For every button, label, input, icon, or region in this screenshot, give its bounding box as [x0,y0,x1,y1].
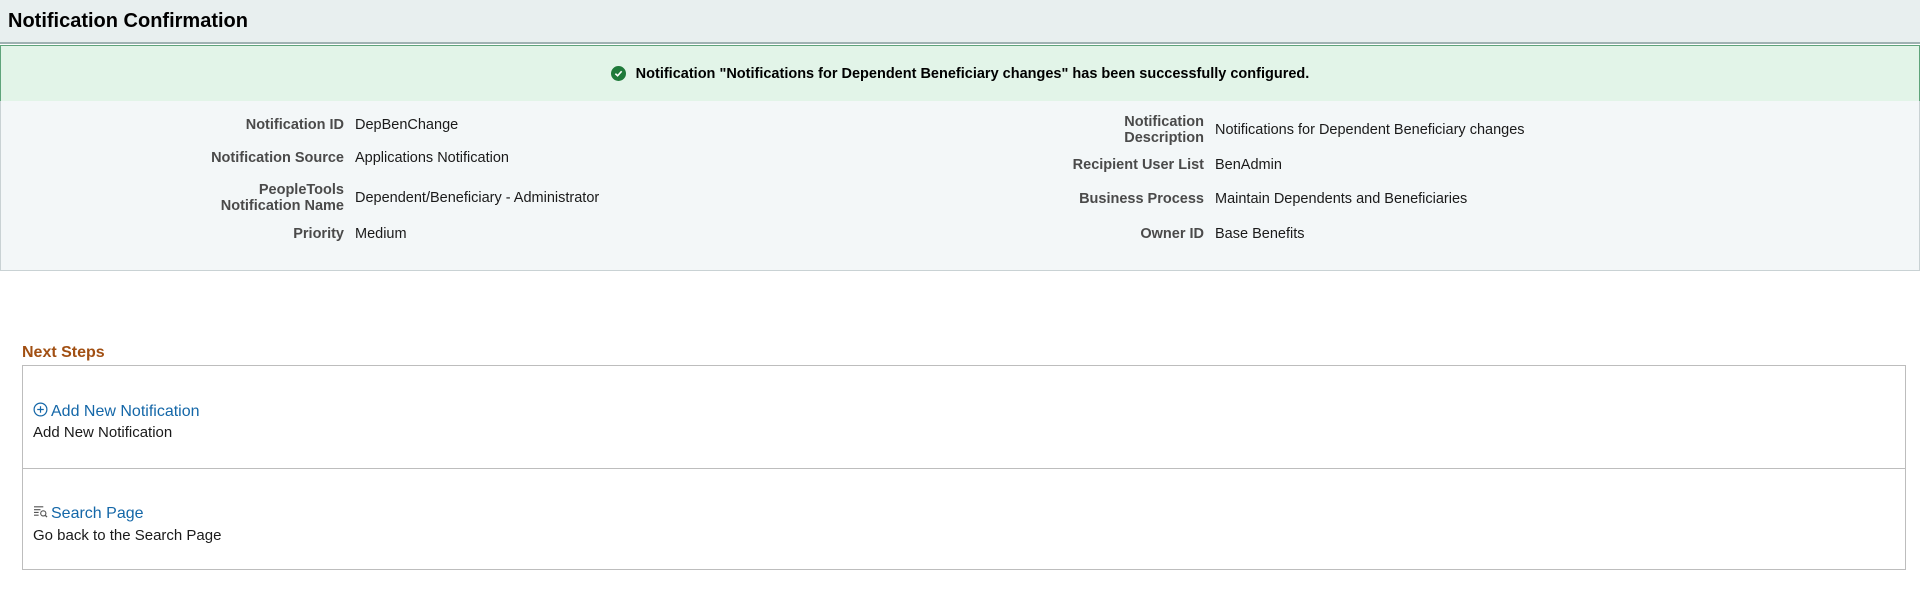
recipient-user-list-label: Recipient User List [1072,157,1204,173]
owner-id-label: Owner ID [1140,226,1204,242]
search-page-link[interactable]: Search Page [33,505,144,523]
label-line-1: PeopleTools [258,182,344,198]
business-process-label: Business Process [1079,191,1204,207]
add-new-notification-link[interactable]: Add New Notification [33,402,200,422]
business-process-value: Maintain Dependents and Beneficiaries [1215,191,1468,207]
next-step-item: Add New Notification Add New Notificatio… [23,366,1905,468]
recipient-user-list-value: BenAdmin [1215,157,1282,173]
notification-description-label: Notification Description [901,114,1204,146]
add-new-notification-description: Add New Notification [33,424,173,441]
banner-message: Notification "Notifications for Dependen… [635,65,1310,82]
add-new-notification-label: Add New Notification [51,403,200,420]
next-steps-title: Next Steps [22,344,105,361]
check-circle-icon [610,66,626,81]
owner-id-value: Base Benefits [1215,226,1305,242]
notification-source-label: Notification Source [211,150,344,166]
next-steps-list: Add New Notification Add New Notificatio… [22,365,1906,570]
notification-id-label: Notification ID [245,117,344,133]
peopletools-notification-name-label: PeopleTools Notification Name [41,182,344,214]
add-circle-icon [33,402,48,422]
next-step-item: Search Page Go back to the Search Page [23,468,1905,570]
notification-id-value: DepBenChange [355,117,459,133]
search-page-description: Go back to the Search Page [33,527,222,544]
page-title: Notification Confirmation [8,10,248,32]
notification-description-value: Notifications for Dependent Beneficiary … [1215,122,1525,138]
peopletools-notification-name-value: Dependent/Beneficiary - Administrator [355,190,600,206]
success-banner: Notification "Notifications for Dependen… [0,45,1920,102]
priority-value: Medium [355,226,407,242]
label-line-2: Description [1124,130,1204,146]
search-list-icon [33,505,48,523]
page-header: Notification Confirmation [0,0,1920,44]
details-panel: Notification ID DepBenChange Notificatio… [0,101,1920,271]
label-line-2: Notification Name [220,198,344,214]
search-page-label: Search Page [51,505,144,522]
label-line-1: Notification [1124,114,1204,130]
priority-label: Priority [293,226,344,242]
notification-source-value: Applications Notification [355,150,509,166]
